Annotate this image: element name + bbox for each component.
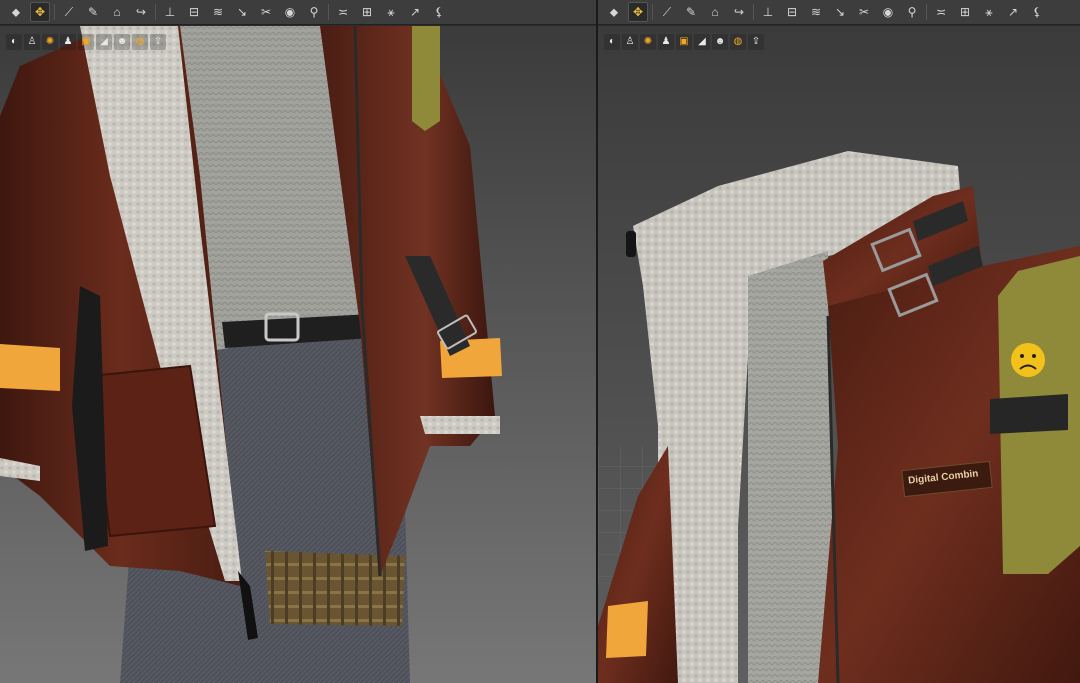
pen-icon[interactable]: ✎	[83, 2, 103, 22]
pen-icon[interactable]: ✎	[681, 2, 701, 22]
select-arrow-icon[interactable]: ⬥	[6, 2, 26, 22]
view-garment-icon[interactable]: ♙	[24, 34, 40, 50]
fold-icon[interactable]: ↪	[131, 2, 151, 22]
right-viewport-pane: ⬥ ✥ ⟋ ✎ ⌂ ↪ ⊥ ⊟ ≋ ↘ ✂ ◉ ⚲ ≍ ⊞ ⚹ ↗ ⚸ Digi…	[598, 0, 1080, 683]
run-icon[interactable]: ⚸	[429, 2, 449, 22]
view-light-icon[interactable]: ◢	[96, 34, 112, 50]
view-export-icon[interactable]: ⇪	[150, 34, 166, 50]
layer-icon[interactable]: ⊞	[955, 2, 975, 22]
tape-icon[interactable]: ≋	[208, 2, 228, 22]
layer-icon[interactable]: ⊞	[357, 2, 377, 22]
garment-icon[interactable]: ⌂	[107, 2, 127, 22]
select-arrow-icon[interactable]: ⬥	[604, 2, 624, 22]
button-icon[interactable]: ◉	[280, 2, 300, 22]
move-icon[interactable]: ✥	[30, 2, 50, 22]
puckering-icon[interactable]: ≍	[931, 2, 951, 22]
right-viewport-toolbar: ◐ ♙ ✺ ♟ ▣ ◢ ☻ ◍ ⇪	[604, 34, 764, 50]
pin-icon[interactable]: ⊥	[758, 2, 778, 22]
view-light-icon[interactable]: ◢	[694, 34, 710, 50]
tape-icon[interactable]: ≋	[806, 2, 826, 22]
segment-icon[interactable]: ⊟	[782, 2, 802, 22]
move-icon[interactable]: ✥	[628, 2, 648, 22]
segment-icon[interactable]: ⊟	[184, 2, 204, 22]
measure-icon[interactable]: ↗	[1003, 2, 1023, 22]
toolbar-separator	[328, 4, 329, 20]
button-icon[interactable]: ◉	[878, 2, 898, 22]
view-garment-icon[interactable]: ♙	[622, 34, 638, 50]
brush-icon[interactable]: ⟋	[657, 2, 677, 22]
left-3d-viewport[interactable]: ◐ ♙ ✺ ♟ ▣ ◢ ☻ ◍ ⇪	[0, 26, 596, 683]
view-avatar-icon[interactable]: ◐	[604, 34, 620, 50]
seam-icon[interactable]: ↘	[830, 2, 850, 22]
view-avatar-icon[interactable]: ◐	[6, 34, 22, 50]
left-garment-scene	[0, 26, 596, 683]
view-person-icon[interactable]: ♟	[60, 34, 76, 50]
run-icon[interactable]: ⚸	[1027, 2, 1047, 22]
brush-icon[interactable]: ⟋	[59, 2, 79, 22]
zipper-icon[interactable]: ⚲	[304, 2, 324, 22]
view-render-icon[interactable]: ◍	[730, 34, 746, 50]
view-material-icon[interactable]: ▣	[78, 34, 94, 50]
avatar-pose-icon[interactable]: ⚹	[979, 2, 999, 22]
stitch-icon[interactable]: ✂	[854, 2, 874, 22]
view-render-icon[interactable]: ◍	[132, 34, 148, 50]
measure-icon[interactable]: ↗	[405, 2, 425, 22]
view-avatar-2-icon[interactable]: ☻	[712, 34, 728, 50]
view-person-icon[interactable]: ♟	[658, 34, 674, 50]
view-texture-icon[interactable]: ✺	[640, 34, 656, 50]
toolbar-separator	[652, 4, 653, 20]
right-garment-scene	[598, 26, 1080, 683]
toolbar-separator	[926, 4, 927, 20]
view-material-icon[interactable]: ▣	[676, 34, 692, 50]
left-viewport-toolbar: ◐ ♙ ✺ ♟ ▣ ◢ ☻ ◍ ⇪	[6, 34, 166, 50]
avatar-pose-icon[interactable]: ⚹	[381, 2, 401, 22]
garment-icon[interactable]: ⌂	[705, 2, 725, 22]
toolbar-separator	[155, 4, 156, 20]
puckering-icon[interactable]: ≍	[333, 2, 353, 22]
right-3d-viewport[interactable]: Digital Combin ◐ ♙ ✺ ♟ ▣ ◢ ☻ ◍ ⇪	[598, 26, 1080, 683]
stitch-icon[interactable]: ✂	[256, 2, 276, 22]
left-viewport-pane: ⬥ ✥ ⟋ ✎ ⌂ ↪ ⊥ ⊟ ≋ ↘ ✂ ◉ ⚲ ≍ ⊞ ⚹ ↗ ⚸ ◐ ♙ …	[0, 0, 596, 683]
fold-icon[interactable]: ↪	[729, 2, 749, 22]
right-tool-toolbar: ⬥ ✥ ⟋ ✎ ⌂ ↪ ⊥ ⊟ ≋ ↘ ✂ ◉ ⚲ ≍ ⊞ ⚹ ↗ ⚸	[598, 0, 1080, 25]
app-window: ⬥ ✥ ⟋ ✎ ⌂ ↪ ⊥ ⊟ ≋ ↘ ✂ ◉ ⚲ ≍ ⊞ ⚹ ↗ ⚸ ◐ ♙ …	[0, 0, 1080, 683]
seam-icon[interactable]: ↘	[232, 2, 252, 22]
zipper-icon[interactable]: ⚲	[902, 2, 922, 22]
toolbar-separator	[753, 4, 754, 20]
view-texture-icon[interactable]: ✺	[42, 34, 58, 50]
pin-icon[interactable]: ⊥	[160, 2, 180, 22]
view-avatar-2-icon[interactable]: ☻	[114, 34, 130, 50]
view-export-icon[interactable]: ⇪	[748, 34, 764, 50]
toolbar-separator	[54, 4, 55, 20]
left-tool-toolbar: ⬥ ✥ ⟋ ✎ ⌂ ↪ ⊥ ⊟ ≋ ↘ ✂ ◉ ⚲ ≍ ⊞ ⚹ ↗ ⚸	[0, 0, 596, 25]
